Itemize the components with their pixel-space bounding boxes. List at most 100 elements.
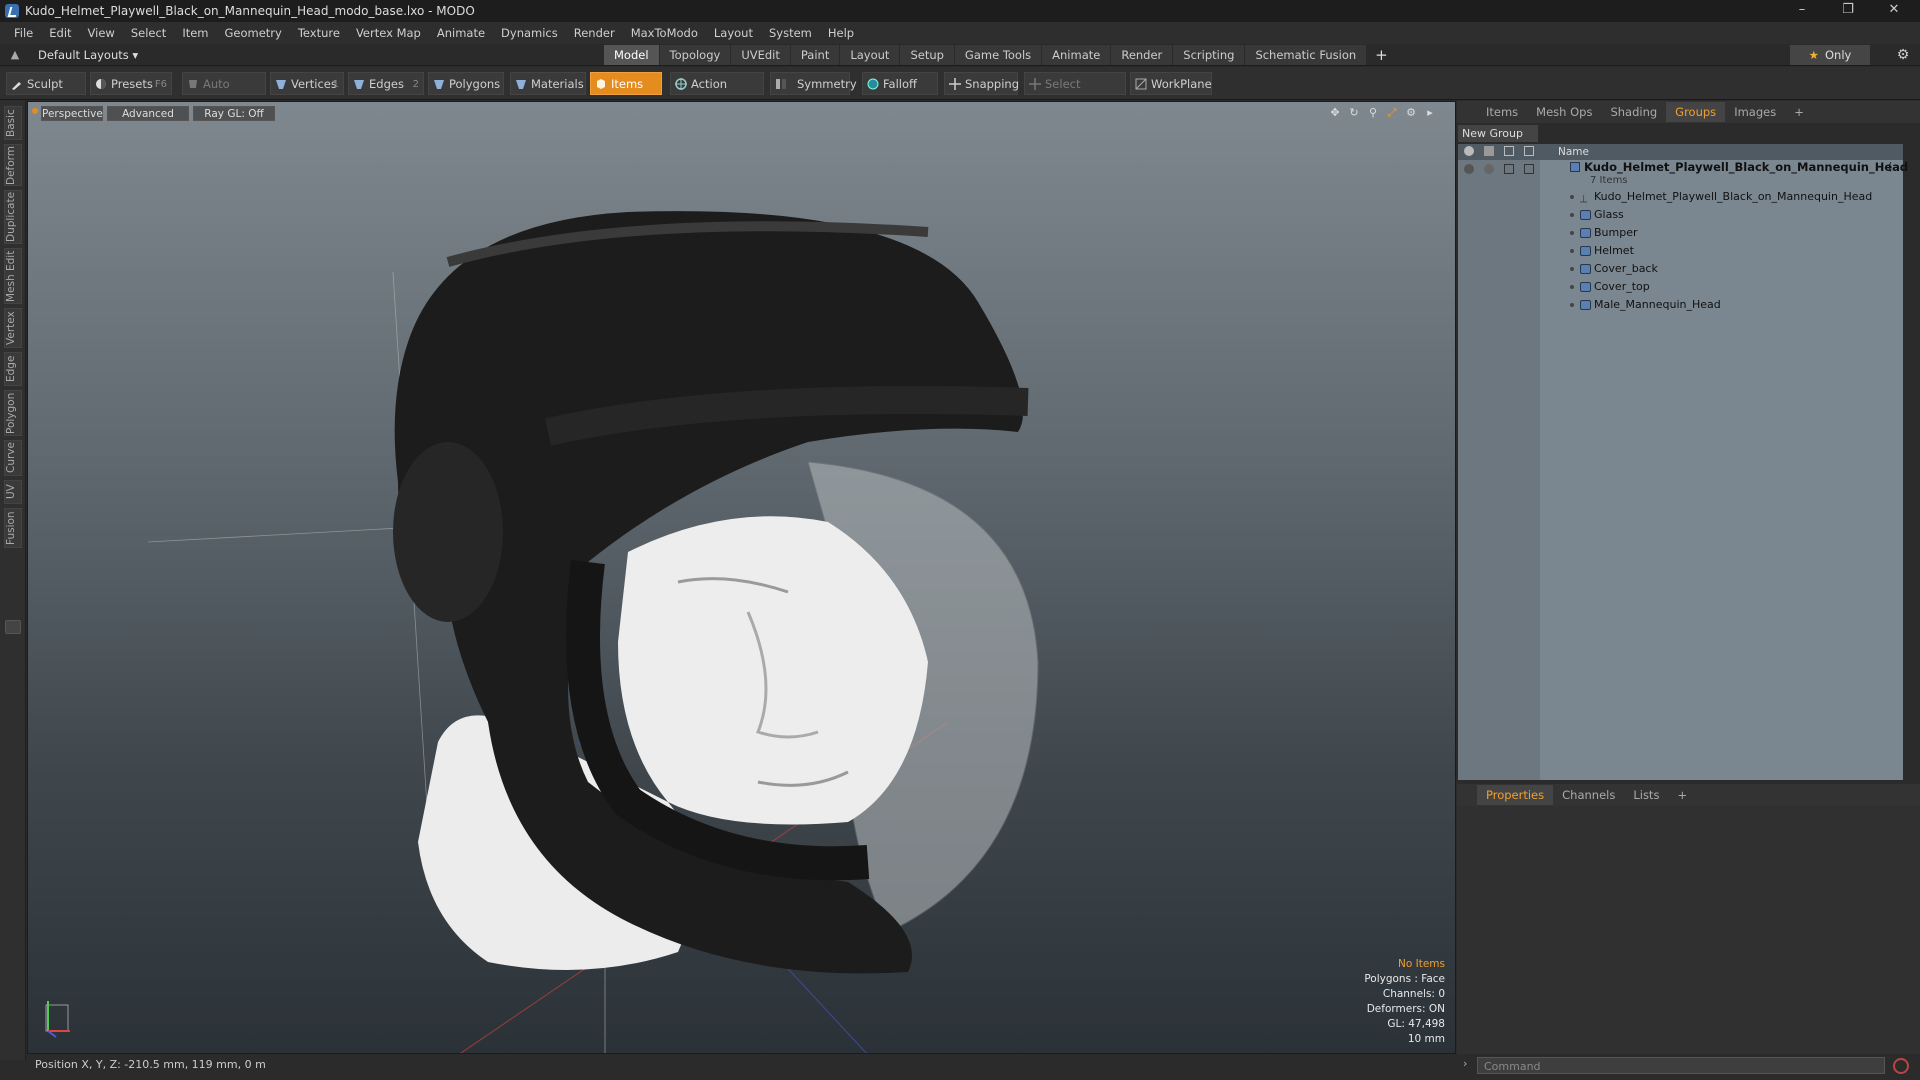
tab-topology[interactable]: Topology xyxy=(659,45,731,65)
tree-item-row[interactable]: ⟂ Kudo_Helmet_Playwell_Black_on_Mannequi… xyxy=(1458,188,1903,206)
tree-item-row[interactable]: Cover_back xyxy=(1458,260,1903,278)
tree-item-row[interactable]: Helmet xyxy=(1458,242,1903,260)
3d-viewport[interactable]: Perspective Advanced Ray GL: Off ✥ ↻ ⚲ ⤢… xyxy=(27,101,1456,1054)
add-tab-button[interactable]: + xyxy=(1367,45,1396,65)
tab-game-tools[interactable]: Game Tools xyxy=(954,45,1042,65)
menu-edit[interactable]: Edit xyxy=(41,22,79,44)
menu-geometry[interactable]: Geometry xyxy=(217,22,290,44)
left-panel-toggle[interactable] xyxy=(5,620,21,634)
tab-vertex[interactable]: Vertex xyxy=(4,308,22,348)
select-column-icon[interactable] xyxy=(1504,146,1514,156)
tab-uvedit[interactable]: UVEdit xyxy=(731,45,790,65)
eye-icon[interactable] xyxy=(1464,164,1474,174)
symmetry-button[interactable]: Symmetry xyxy=(770,72,857,95)
command-input[interactable]: Command xyxy=(1477,1057,1885,1074)
action-center-button[interactable]: Action Center xyxy=(670,72,764,114)
fit-view-icon[interactable]: ⤢ xyxy=(1385,106,1399,120)
minimize-button[interactable]: – xyxy=(1780,0,1824,22)
ray-gl-button[interactable]: Ray GL: Off xyxy=(193,106,275,121)
close-button[interactable]: ✕ xyxy=(1872,0,1916,22)
menu-select[interactable]: Select xyxy=(123,22,174,44)
select-through-button[interactable]: Select Through xyxy=(1024,72,1126,114)
tab-animate[interactable]: Animate xyxy=(1042,45,1111,65)
auto-select-button[interactable]: Auto Select xyxy=(182,72,266,114)
tab-channels[interactable]: Channels xyxy=(1553,785,1624,805)
tab-fusion[interactable]: Fusion xyxy=(4,508,22,548)
render-column-icon[interactable] xyxy=(1524,146,1534,156)
vertices-button[interactable]: Vertices 1 xyxy=(270,72,344,95)
polygons-button[interactable]: Polygons xyxy=(428,72,504,95)
viewport-menu-dot[interactable] xyxy=(32,108,38,114)
add-properties-tab-button[interactable]: + xyxy=(1668,785,1696,805)
tab-lists[interactable]: Lists xyxy=(1624,785,1668,805)
menu-render[interactable]: Render xyxy=(566,22,623,44)
viewport-settings-icon[interactable]: ⚙ xyxy=(1404,106,1418,120)
tab-shading[interactable]: Shading xyxy=(1601,102,1666,122)
tab-images[interactable]: Images xyxy=(1725,102,1785,122)
menu-view[interactable]: View xyxy=(80,22,123,44)
menu-item[interactable]: Item xyxy=(174,22,216,44)
menu-vertex-map[interactable]: Vertex Map xyxy=(348,22,429,44)
tab-mesh-edit[interactable]: Mesh Edit xyxy=(4,248,22,304)
tab-paint[interactable]: Paint xyxy=(790,45,840,65)
advanced-button[interactable]: Advanced xyxy=(107,106,189,121)
tab-duplicate[interactable]: Duplicate xyxy=(4,190,22,244)
menu-animate[interactable]: Animate xyxy=(429,22,493,44)
falloff-button[interactable]: Falloff xyxy=(862,72,938,95)
perspective-button[interactable]: Perspective xyxy=(41,106,103,121)
tab-scripting[interactable]: Scripting xyxy=(1173,45,1245,65)
tab-schematic-fusion[interactable]: Schematic Fusion xyxy=(1245,45,1367,65)
tab-setup[interactable]: Setup xyxy=(900,45,954,65)
tab-model[interactable]: Model xyxy=(604,45,659,65)
tab-render[interactable]: Render xyxy=(1111,45,1173,65)
tab-properties[interactable]: Properties xyxy=(1477,785,1554,805)
checkbox-icon[interactable] xyxy=(1524,164,1534,174)
group-row[interactable]: Kudo_Helmet_Playwell_Black_on_Mannequin_… xyxy=(1458,160,1908,186)
default-layouts-dropdown[interactable]: Default Layouts ▾ xyxy=(38,44,138,66)
command-history-icon[interactable] xyxy=(1893,1058,1909,1074)
items-button[interactable]: Items xyxy=(590,72,662,95)
menu-texture[interactable]: Texture xyxy=(290,22,348,44)
only-toggle[interactable]: ★ Only xyxy=(1790,45,1870,65)
menu-layout[interactable]: Layout xyxy=(706,22,761,44)
menu-maxtomodo[interactable]: MaxToModo xyxy=(623,22,706,44)
viewport-expand-icon[interactable]: ▸ xyxy=(1423,106,1437,120)
tab-mesh-ops[interactable]: Mesh Ops xyxy=(1527,102,1601,122)
tab-groups[interactable]: Groups xyxy=(1666,102,1726,122)
new-group-button[interactable]: New Group xyxy=(1458,125,1538,142)
menu-dynamics[interactable]: Dynamics xyxy=(493,22,566,44)
layout-up-icon[interactable]: ▲ xyxy=(8,48,22,62)
zoom-view-icon[interactable]: ⚲ xyxy=(1366,106,1380,120)
lock-column-icon[interactable] xyxy=(1484,146,1494,156)
lock-icon[interactable] xyxy=(1484,164,1494,174)
add-panel-tab-button[interactable]: + xyxy=(1785,102,1813,122)
tab-basic[interactable]: Basic xyxy=(4,106,22,140)
tree-item-row[interactable]: Cover_top xyxy=(1458,278,1903,296)
properties-body xyxy=(1457,806,1920,1056)
tree-item-row[interactable]: Bumper xyxy=(1458,224,1903,242)
menu-system[interactable]: System xyxy=(761,22,820,44)
gear-icon[interactable]: ⚙ xyxy=(1894,46,1912,64)
tab-deform[interactable]: Deform xyxy=(4,144,22,186)
sculpt-button[interactable]: Sculpt xyxy=(6,72,86,95)
checkbox-icon[interactable] xyxy=(1504,164,1514,174)
workplane-button[interactable]: WorkPlane xyxy=(1130,72,1212,95)
tree-item-row[interactable]: Male_Mannequin_Head xyxy=(1458,296,1903,314)
tab-layout[interactable]: Layout xyxy=(840,45,900,65)
tab-uv[interactable]: UV xyxy=(4,480,22,504)
visibility-column-icon[interactable] xyxy=(1464,146,1474,156)
restore-button[interactable]: ❐ xyxy=(1826,0,1870,22)
tree-item-row[interactable]: Glass xyxy=(1458,206,1903,224)
menu-file[interactable]: File xyxy=(6,22,41,44)
move-view-icon[interactable]: ✥ xyxy=(1328,106,1342,120)
presets-button[interactable]: Presets F6 xyxy=(90,72,172,95)
tab-edge[interactable]: Edge xyxy=(4,352,22,386)
tab-items[interactable]: Items xyxy=(1477,102,1527,122)
tab-curve[interactable]: Curve xyxy=(4,440,22,476)
materials-button[interactable]: Materials xyxy=(510,72,586,95)
edges-button[interactable]: Edges 2 xyxy=(348,72,424,95)
rotate-view-icon[interactable]: ↻ xyxy=(1347,106,1361,120)
menu-help[interactable]: Help xyxy=(820,22,862,44)
snapping-button[interactable]: Snapping xyxy=(944,72,1019,95)
tab-polygon[interactable]: Polygon xyxy=(4,390,22,436)
